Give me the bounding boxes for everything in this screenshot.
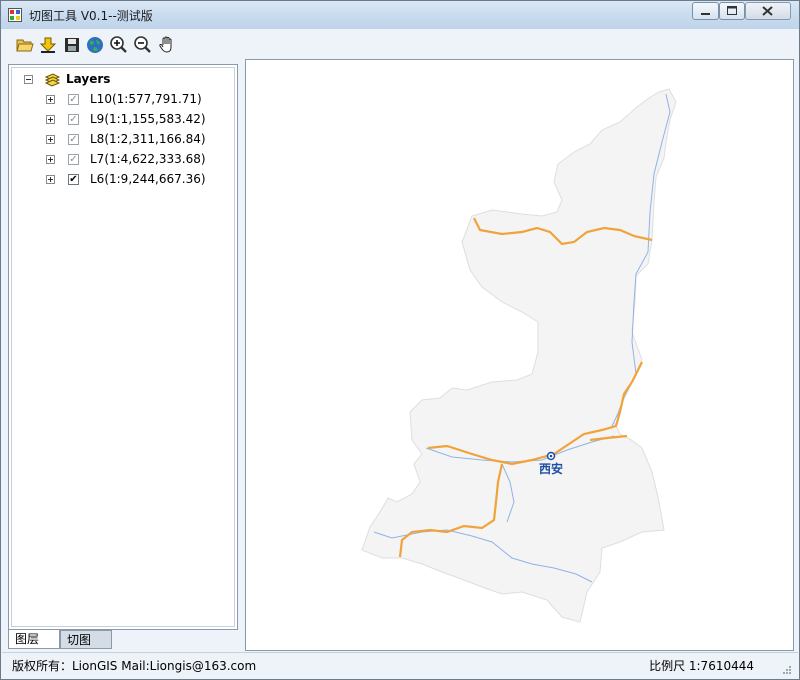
tab-cut[interactable]: 切图 bbox=[60, 630, 112, 649]
save-button[interactable] bbox=[62, 35, 82, 55]
tree-root-layers[interactable]: Layers bbox=[12, 71, 232, 91]
open-folder-icon bbox=[16, 39, 34, 52]
layer-label: L6(1:9,244,667.36) bbox=[90, 172, 206, 186]
title-bar[interactable]: 切图工具 V0.1--测试版 bbox=[1, 1, 799, 29]
app-icon bbox=[8, 8, 22, 22]
open-button[interactable] bbox=[15, 35, 35, 55]
tree-item-l8[interactable]: ✓ L8(1:2,311,166.84) bbox=[12, 131, 232, 151]
pan-hand-icon bbox=[159, 36, 172, 53]
layer-tree-panel: Layers ✓ L10(1:577,791.71) ✓ L9(1:1,155,… bbox=[8, 64, 238, 630]
layer-checkbox[interactable]: ✓ bbox=[68, 114, 79, 125]
layer-checkbox[interactable]: ✓ bbox=[68, 154, 79, 165]
scale-text: 比例尺 1:7610444 bbox=[649, 659, 754, 673]
maximize-icon bbox=[727, 6, 737, 15]
layer-checkbox[interactable]: ✓ bbox=[68, 134, 79, 145]
toolbar bbox=[2, 31, 798, 59]
layer-checkbox[interactable]: ✓ bbox=[68, 94, 79, 105]
tree-item-l6[interactable]: ✔ L6(1:9,244,667.36) bbox=[12, 171, 232, 191]
tree-item-l7[interactable]: ✓ L7(1:4,622,333.68) bbox=[12, 151, 232, 171]
panel-tabs: 图层 切图 bbox=[8, 630, 238, 650]
layer-checkbox[interactable]: ✔ bbox=[68, 174, 79, 185]
layer-label: L8(1:2,311,166.84) bbox=[90, 132, 206, 146]
layer-label: L7(1:4,622,333.68) bbox=[90, 152, 206, 166]
status-bar: 版权所有：LionGIS Mail:Liongis@163.com 比例尺 1:… bbox=[2, 652, 798, 679]
expand-icon[interactable] bbox=[46, 155, 55, 164]
city-marker-dot bbox=[549, 454, 553, 458]
layers-root-label: Layers bbox=[66, 72, 111, 86]
layers-icon bbox=[44, 73, 60, 87]
add-arrow-icon bbox=[39, 37, 57, 53]
layer-label: L10(1:577,791.71) bbox=[90, 92, 202, 106]
copyright-text: 版权所有：LionGIS Mail:Liongis@163.com bbox=[12, 659, 257, 673]
window-title: 切图工具 V0.1--测试版 bbox=[29, 9, 153, 23]
minimize-button[interactable] bbox=[692, 2, 719, 20]
close-button[interactable] bbox=[745, 2, 791, 20]
expand-icon[interactable] bbox=[46, 135, 55, 144]
zoom-out-button[interactable] bbox=[133, 35, 153, 55]
collapse-icon[interactable] bbox=[24, 75, 33, 84]
main-window: 切图工具 V0.1--测试版 Layers ✓ L10(1:577,791.71… bbox=[0, 0, 800, 680]
zoom-in-button[interactable] bbox=[109, 35, 129, 55]
add-data-button[interactable] bbox=[38, 35, 58, 55]
expand-icon[interactable] bbox=[46, 175, 55, 184]
minimize-icon bbox=[701, 13, 710, 15]
layer-label: L9(1:1,155,583.42) bbox=[90, 112, 206, 126]
resize-grip-icon[interactable] bbox=[782, 665, 792, 675]
tree-item-l9[interactable]: ✓ L9(1:1,155,583.42) bbox=[12, 111, 232, 131]
tab-layers[interactable]: 图层 bbox=[8, 630, 60, 649]
zoom-in-icon bbox=[110, 36, 127, 53]
zoom-out-icon bbox=[134, 36, 151, 53]
maximize-button[interactable] bbox=[719, 2, 745, 20]
save-disk-icon bbox=[65, 38, 79, 52]
layer-tree: Layers ✓ L10(1:577,791.71) ✓ L9(1:1,155,… bbox=[11, 67, 235, 627]
map-canvas[interactable]: 西安 bbox=[246, 60, 793, 650]
tree-item-l10[interactable]: ✓ L10(1:577,791.71) bbox=[12, 91, 232, 111]
expand-icon[interactable] bbox=[46, 115, 55, 124]
expand-icon[interactable] bbox=[46, 95, 55, 104]
globe-icon bbox=[87, 37, 103, 53]
globe-button[interactable] bbox=[85, 35, 105, 55]
map-view[interactable]: 西安 bbox=[245, 59, 794, 651]
pan-button[interactable] bbox=[157, 35, 177, 55]
close-icon bbox=[762, 6, 773, 16]
city-label: 西安 bbox=[539, 461, 563, 476]
province-region bbox=[361, 88, 677, 623]
